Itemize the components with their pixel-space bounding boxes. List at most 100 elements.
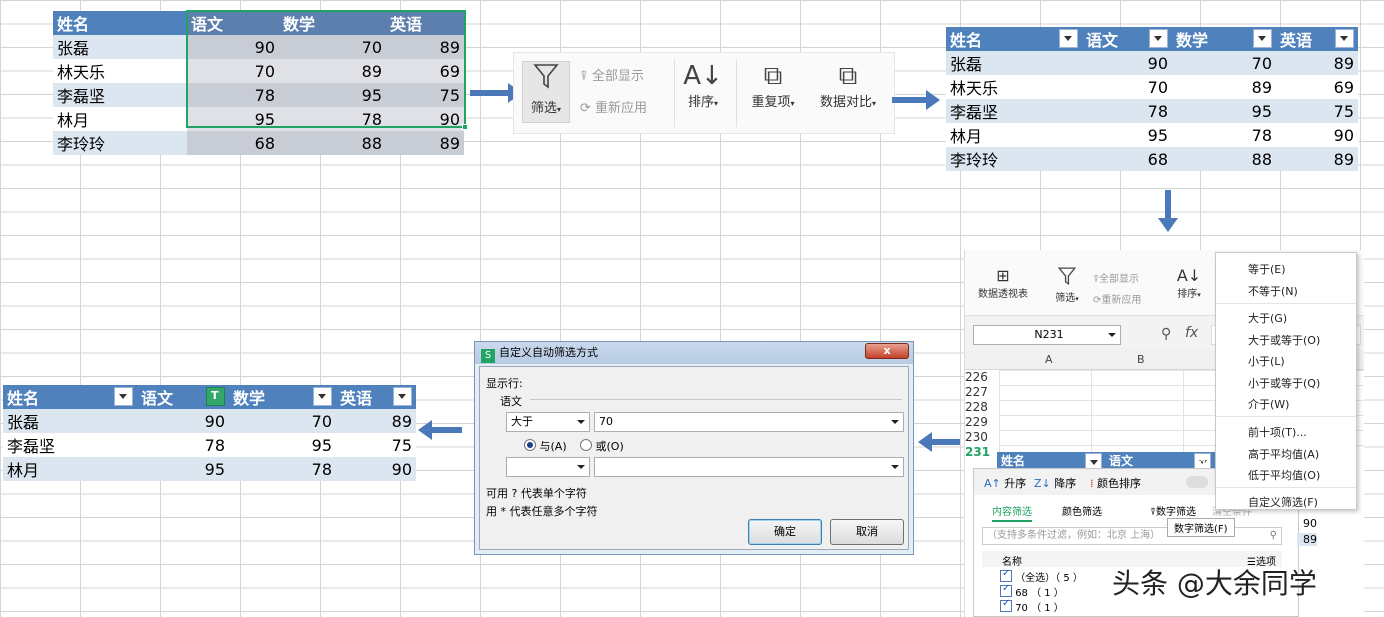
cell-name[interactable]: 张磊 [53,35,187,59]
cell-score[interactable]: 68 [1082,147,1172,171]
menu-item-top-ten[interactable]: 前十项(T)... [1248,424,1307,440]
operator-select-1[interactable]: 大于 [506,412,590,432]
header-name[interactable]: 姓名 [946,27,1082,51]
cell-score[interactable]: 75 [1276,99,1358,123]
wps-show-all-button[interactable]: ⍒全部显示 [1093,270,1139,285]
header-english[interactable]: 英语 [1276,27,1358,51]
menu-item-greater[interactable]: 大于(G) [1248,310,1287,326]
cell-name[interactable]: 林天乐 [53,59,187,83]
filter-dropdown-button[interactable] [313,387,332,406]
cell-name[interactable]: 李磊坚 [53,83,187,107]
row-number[interactable]: 227 [965,385,995,400]
cell-score[interactable]: 89 [1276,51,1358,75]
header-chinese[interactable]: 语文 [1082,27,1172,51]
tab-number-filter[interactable]: ⍒数字筛选 [1150,503,1196,518]
filter-dropdown-button[interactable] [1335,29,1354,48]
cell-score[interactable]: 89 [1276,147,1358,171]
cell-score[interactable]: 75 [336,433,416,457]
menu-item-custom-filter[interactable]: 自定义筛选(F) [1248,494,1318,510]
reapply-button[interactable]: ⟳ 重新应用 [580,97,647,116]
cell-name[interactable]: 张磊 [3,409,137,433]
cell-name[interactable]: 林月 [946,123,1082,147]
search-icon[interactable]: ⚲ [1270,528,1277,544]
operator-select-2[interactable] [506,457,590,477]
cancel-button[interactable]: 取消 [830,519,904,545]
color-sort-button[interactable]: ⁞ 颜色排序 [1090,475,1141,491]
menu-item-not-equal[interactable]: 不等于(N) [1248,283,1298,299]
side-cell[interactable]: 89 [1297,533,1317,546]
header-name[interactable]: 姓名 [53,11,187,35]
column-b-header[interactable]: B [1137,353,1145,366]
name-box[interactable]: N231 [973,325,1121,345]
filter-dropdown-button[interactable] [114,387,133,406]
cell-score[interactable]: 89 [386,131,464,155]
sort-button[interactable]: A↓ 排序▾ [680,61,726,110]
header-chinese[interactable]: 语文 [1109,452,1133,469]
cell-score[interactable]: 78 [137,433,229,457]
row-number[interactable]: 229 [965,415,995,430]
header-chinese[interactable]: 语文 [137,385,229,409]
list-item[interactable]: （全选）（ 5 ） [1000,568,1083,584]
cell-score[interactable]: 88 [279,131,386,155]
zoom-icon[interactable]: ⚲ [1161,326,1171,342]
menu-item-equal[interactable]: 等于(E) [1248,261,1286,277]
filter-dropdown-button[interactable] [1149,29,1168,48]
header-name[interactable]: 姓名 [1001,452,1025,469]
cell-score[interactable]: 70 [1082,75,1172,99]
compare-button[interactable]: ⧉ 数据对比▾ [810,61,886,110]
menu-item-less-equal[interactable]: 小于或等于(Q) [1248,375,1320,391]
cell-score[interactable]: 70 [229,409,336,433]
and-radio[interactable]: 与(A) [524,438,567,454]
pivot-table-button[interactable]: ⊞ 数据透视表 [971,266,1035,300]
duplicates-button[interactable]: ⧉ 重复项▾ [742,61,804,110]
row-number[interactable]: 231 [965,445,995,460]
filter-dropdown-button[interactable] [1059,29,1078,48]
cell-score[interactable]: 88 [1172,147,1276,171]
value-input-2[interactable] [594,457,904,477]
checkbox[interactable] [1000,598,1012,612]
cell-name[interactable]: 李磊坚 [3,433,137,457]
row-number[interactable]: 230 [965,430,995,445]
cell-score[interactable]: 95 [137,457,229,481]
header-math[interactable]: 数学 [1172,27,1276,51]
filter-dropdown-button[interactable] [1253,29,1272,48]
radio-button[interactable] [524,439,536,451]
cell-name[interactable]: 林月 [3,457,137,481]
checkbox[interactable] [1000,568,1012,582]
wps-reapply-button[interactable]: ⟳重新应用 [1093,291,1141,306]
cell-score[interactable]: 90 [1276,123,1358,147]
cell-score[interactable]: 90 [1082,51,1172,75]
cell-name[interactable]: 李玲玲 [53,131,187,155]
fill-handle[interactable] [462,124,468,130]
menu-item-above-average[interactable]: 高于平均值(A) [1248,446,1319,462]
tab-content-filter[interactable]: 内容筛选 [992,503,1032,522]
filter-button[interactable]: 筛选▾ [522,61,570,123]
cell-score[interactable]: 78 [1082,99,1172,123]
filter-search-input[interactable]: （支持多条件过滤，例如：北京 上海） ⚲ [982,527,1282,545]
checkbox[interactable] [1000,583,1012,597]
descending-button[interactable]: Z↓ 降序 [1034,475,1076,491]
menu-item-between[interactable]: 介于(W) [1248,396,1289,412]
value-input-1[interactable]: 70 [594,412,904,432]
row-number[interactable]: 226 [965,370,995,385]
toggle-switch[interactable] [1186,476,1208,488]
header-english[interactable]: 英语 [336,385,416,409]
cell-score[interactable]: 95 [229,433,336,457]
close-button[interactable]: x [865,343,909,359]
show-all-button[interactable]: ⍒ 全部显示 [580,65,644,84]
or-radio[interactable]: 或(O) [580,438,624,454]
cell-score[interactable]: 70 [1172,51,1276,75]
menu-item-below-average[interactable]: 低于平均值(O) [1248,467,1320,483]
filter-active-button[interactable] [206,387,225,406]
wps-sort-button[interactable]: A↓ 排序▾ [1171,266,1207,300]
header-name[interactable]: 姓名 [3,385,137,409]
fx-icon[interactable]: fx [1185,325,1198,341]
cell-score[interactable]: 89 [336,409,416,433]
cell-score[interactable]: 89 [1172,75,1276,99]
ascending-button[interactable]: A↑ 升序 [984,475,1026,491]
tab-color-filter[interactable]: 颜色筛选 [1062,503,1102,518]
cell-score[interactable]: 78 [1172,123,1276,147]
list-item[interactable]: 70 （ 1 ） [1000,598,1083,614]
cell-name[interactable]: 李磊坚 [946,99,1082,123]
ok-button[interactable]: 确定 [748,519,822,545]
